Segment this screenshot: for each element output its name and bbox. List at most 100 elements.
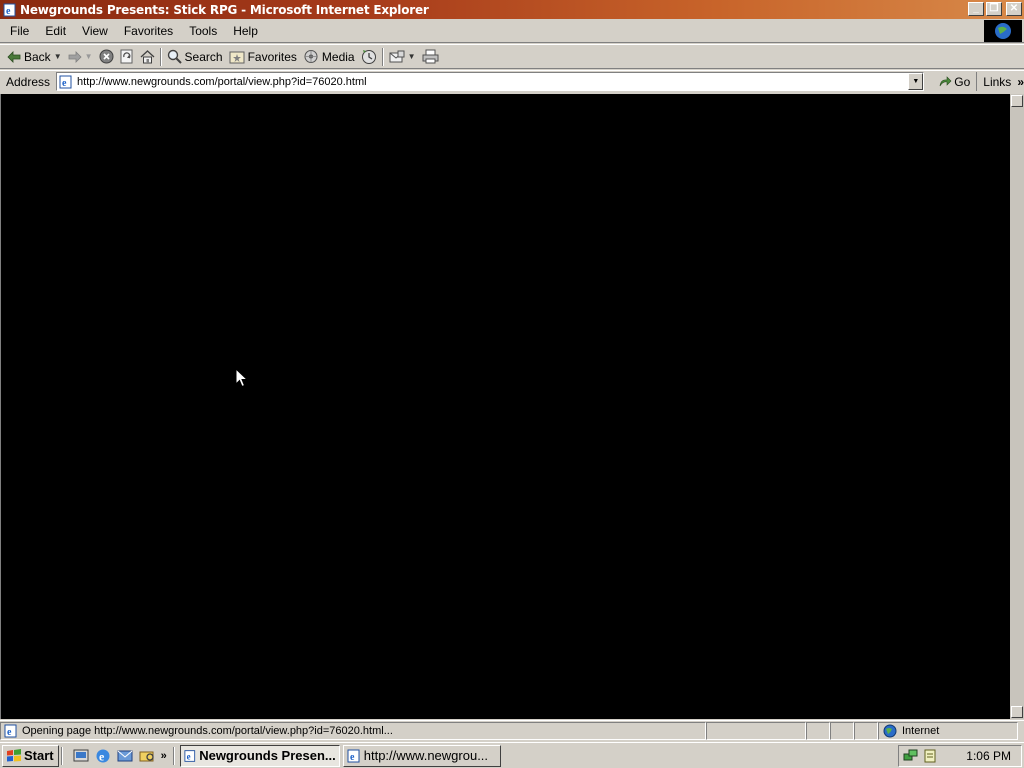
status-pane xyxy=(806,722,830,740)
links-toolbar[interactable]: Links » xyxy=(977,75,1024,89)
address-dropdown-button[interactable]: ▼ xyxy=(908,73,924,90)
scroll-down-button[interactable] xyxy=(1011,706,1023,718)
forward-button[interactable]: ▼ xyxy=(65,46,96,67)
links-label: Links xyxy=(983,74,1012,89)
go-button[interactable]: Go xyxy=(932,72,978,91)
history-button[interactable] xyxy=(358,46,380,67)
window-title: Newgrounds Presents: Stick RPG - Microso… xyxy=(20,2,429,17)
status-progress-pane xyxy=(706,722,806,740)
show-desktop-icon[interactable] xyxy=(73,748,89,764)
stop-button[interactable] xyxy=(96,46,117,67)
internet-globe-icon xyxy=(883,724,897,738)
security-zone-pane[interactable]: Internet xyxy=(878,722,1018,740)
taskbar-separator xyxy=(172,746,175,765)
window-titlebar[interactable]: e Newgrounds Presents: Stick RPG - Micro… xyxy=(0,0,1024,19)
favorites-button[interactable]: Favorites xyxy=(226,46,300,67)
taskbar-button-newgrounds[interactable]: e Newgrounds Presen... xyxy=(179,744,340,767)
address-bar: Address e http://www.newgrounds.com/port… xyxy=(0,70,1024,92)
clock[interactable]: 1:06 PM xyxy=(966,749,1011,763)
scroll-up-button[interactable] xyxy=(1011,95,1023,107)
zone-label: Internet xyxy=(902,725,940,737)
explorer-launch-icon[interactable] xyxy=(139,748,155,764)
minimize-button[interactable]: _ xyxy=(968,2,984,16)
toolbar-separator xyxy=(159,47,162,66)
mail-icon xyxy=(389,50,405,62)
menu-bar: File Edit View Favorites Tools Help xyxy=(0,19,1024,43)
menu-view[interactable]: View xyxy=(74,20,116,42)
favorites-icon xyxy=(229,51,245,63)
outlook-launch-icon[interactable] xyxy=(117,748,133,764)
restore-button[interactable]: ❐ xyxy=(986,2,1002,16)
status-text-pane: e Opening page http://www.newgrounds.com… xyxy=(0,722,706,740)
back-label: Back xyxy=(24,49,51,64)
ie-page-icon: e xyxy=(184,749,195,762)
mail-button[interactable]: ▼ xyxy=(386,46,419,67)
address-url[interactable]: http://www.newgrounds.com/portal/view.ph… xyxy=(73,76,367,88)
mouse-cursor-icon xyxy=(235,368,249,388)
ie-page-icon: e xyxy=(4,724,17,738)
taskbar: Start e » e Newgrounds Presen... e http:… xyxy=(0,742,1024,768)
back-arrow-icon xyxy=(7,50,21,63)
status-pane xyxy=(830,722,854,740)
menu-favorites[interactable]: Favorites xyxy=(116,20,181,42)
start-label: Start xyxy=(24,748,54,763)
ie-throbber-icon xyxy=(984,20,1022,42)
address-input[interactable]: e http://www.newgrounds.com/portal/view.… xyxy=(56,72,925,91)
links-chevron-icon[interactable]: » xyxy=(1017,75,1024,89)
quick-launch-more-icon[interactable]: » xyxy=(161,750,167,762)
taskbar-button-label: Newgrounds Presen... xyxy=(199,748,336,763)
stop-icon xyxy=(99,49,114,64)
go-label: Go xyxy=(954,74,971,89)
status-text: Opening page http://www.newgrounds.com/p… xyxy=(22,725,393,737)
media-icon xyxy=(304,50,318,63)
print-button[interactable] xyxy=(419,46,442,67)
search-label: Search xyxy=(184,49,223,64)
quick-launch: e » xyxy=(65,748,171,764)
search-button[interactable]: Search xyxy=(164,46,226,67)
back-button[interactable]: Back ▼ xyxy=(4,46,65,67)
status-pane xyxy=(854,722,878,740)
ie-launch-icon[interactable]: e xyxy=(95,748,111,764)
close-button[interactable]: ✕ xyxy=(1006,2,1022,16)
network-icon[interactable] xyxy=(903,748,919,764)
media-label: Media xyxy=(321,49,355,64)
svg-text:e: e xyxy=(99,749,105,763)
status-bar: e Opening page http://www.newgrounds.com… xyxy=(0,720,1024,741)
tray-app-icon[interactable] xyxy=(923,748,937,764)
mail-dropdown-icon[interactable]: ▼ xyxy=(408,52,416,61)
home-icon xyxy=(140,49,154,63)
back-dropdown-icon[interactable]: ▼ xyxy=(54,52,62,61)
taskbar-button-label: http://www.newgrou... xyxy=(363,748,489,763)
forward-dropdown-icon[interactable]: ▼ xyxy=(85,52,93,61)
print-icon xyxy=(422,49,439,64)
svg-text:e: e xyxy=(6,6,11,17)
start-button[interactable]: Start xyxy=(2,744,59,767)
vertical-scrollbar[interactable] xyxy=(1010,94,1024,719)
menu-tools[interactable]: Tools xyxy=(181,20,225,42)
ie-page-icon: e xyxy=(347,749,360,763)
taskbar-button-url[interactable]: e http://www.newgrou... xyxy=(342,744,501,767)
ie-page-icon: e xyxy=(59,75,72,89)
address-label: Address xyxy=(6,74,51,89)
refresh-button[interactable] xyxy=(117,46,137,67)
history-icon xyxy=(361,49,376,64)
toolbar-separator xyxy=(381,47,384,66)
menu-help[interactable]: Help xyxy=(225,20,266,42)
svg-text:e: e xyxy=(62,78,67,89)
taskbar-separator xyxy=(60,746,63,765)
refresh-icon xyxy=(120,49,133,64)
windows-flag-icon xyxy=(7,748,21,761)
ie-page-icon: e xyxy=(3,3,16,17)
favorites-label: Favorites xyxy=(247,49,297,64)
search-icon xyxy=(167,49,182,64)
media-button[interactable]: Media xyxy=(300,46,358,67)
system-tray: 1:06 PM xyxy=(898,745,1022,767)
menu-edit[interactable]: Edit xyxy=(37,20,74,42)
home-button[interactable] xyxy=(137,46,158,67)
menu-file[interactable]: File xyxy=(0,20,37,42)
page-content-area[interactable] xyxy=(0,94,1010,719)
svg-text:e: e xyxy=(350,752,355,763)
svg-text:e: e xyxy=(7,727,12,738)
forward-arrow-icon xyxy=(68,50,82,63)
go-arrow-icon xyxy=(939,75,952,86)
